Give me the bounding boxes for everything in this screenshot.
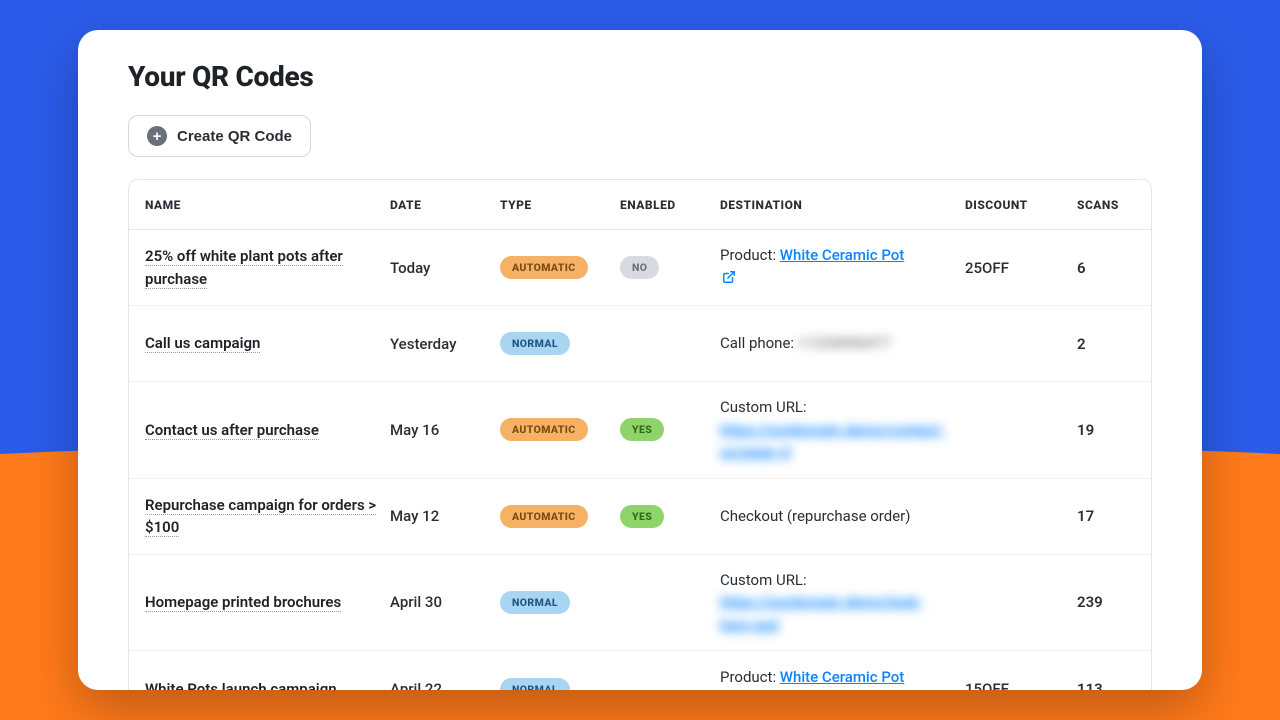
- type-cell: NORMAL: [500, 332, 620, 355]
- redacted-url: https://ourdomain.demo/look-here and: [720, 591, 965, 636]
- type-cell: NORMAL: [500, 678, 620, 691]
- destination-cell: Product: White Ceramic Pot: [720, 666, 965, 690]
- destination-prefix: Custom URL:: [720, 569, 965, 592]
- qr-code-name-link[interactable]: White Pots launch campaign: [145, 680, 337, 690]
- redacted-phone: +1234096477: [798, 332, 891, 355]
- col-date: DATE: [390, 198, 500, 212]
- name-cell: Contact us after purchase: [145, 419, 390, 442]
- destination-cell: Call phone: +1234096477: [720, 332, 965, 355]
- destination-cell: Product: White Ceramic Pot: [720, 244, 965, 291]
- name-cell: Call us campaign: [145, 332, 390, 355]
- product-link[interactable]: White Ceramic Pot: [780, 246, 905, 264]
- page-title: Your QR Codes: [128, 60, 1152, 93]
- type-badge: AUTOMATIC: [500, 256, 588, 279]
- date-cell: Today: [390, 259, 500, 277]
- qr-codes-card: Your QR Codes + Create QR Code NAME DATE…: [78, 30, 1202, 690]
- destination-cell: Checkout (repurchase order): [720, 505, 965, 528]
- scans-cell: 113: [1077, 680, 1137, 690]
- name-cell: Repurchase campaign for orders > $100: [145, 494, 390, 539]
- qr-code-name-link[interactable]: 25% off white plant pots after purchase: [145, 247, 343, 289]
- destination-prefix: Product:: [720, 246, 780, 264]
- date-cell: April 30: [390, 593, 500, 611]
- date-cell: May 12: [390, 507, 500, 525]
- name-cell: White Pots launch campaign: [145, 678, 390, 690]
- table-row: Call us campaign YesterdayNORMAL Call phon…: [129, 306, 1151, 382]
- discount-cell: 15OFF: [965, 680, 1077, 690]
- date-cell: Yesterday: [390, 335, 500, 353]
- enabled-cell: NO: [620, 256, 720, 279]
- scans-cell: 239: [1077, 593, 1137, 611]
- qr-codes-table: NAME DATE TYPE ENABLED DESTINATION DISCO…: [128, 179, 1152, 690]
- destination-prefix: Call phone:: [720, 334, 798, 352]
- table-body: 25% off white plant pots after purchase T…: [129, 230, 1151, 690]
- type-badge: AUTOMATIC: [500, 505, 588, 528]
- date-cell: April 22: [390, 680, 500, 690]
- table-row: Contact us after purchase May 16AUTOMATIC…: [129, 382, 1151, 479]
- scans-cell: 6: [1077, 259, 1137, 277]
- destination-cell: Custom URL:https://ourdomain.demo/contac…: [720, 396, 965, 464]
- col-discount: DISCOUNT: [965, 198, 1077, 212]
- scans-cell: 19: [1077, 421, 1137, 439]
- create-button-label: Create QR Code: [177, 128, 292, 145]
- table-row: Repurchase campaign for orders > $100 May…: [129, 479, 1151, 555]
- name-cell: 25% off white plant pots after purchase: [145, 245, 390, 290]
- name-cell: Homepage printed brochures: [145, 591, 390, 614]
- qr-code-name-link[interactable]: Repurchase campaign for orders > $100: [145, 496, 376, 538]
- enabled-badge: YES: [620, 505, 664, 528]
- type-cell: AUTOMATIC: [500, 418, 620, 441]
- col-destination: DESTINATION: [720, 198, 965, 212]
- type-badge: NORMAL: [500, 332, 570, 355]
- type-cell: NORMAL: [500, 591, 620, 614]
- table-row: White Pots launch campaign April 22NORMAL…: [129, 651, 1151, 690]
- table-header-row: NAME DATE TYPE ENABLED DESTINATION DISCO…: [129, 180, 1151, 230]
- enabled-cell: YES: [620, 505, 720, 528]
- table-row: 25% off white plant pots after purchase T…: [129, 230, 1151, 306]
- enabled-badge: YES: [620, 418, 664, 441]
- type-badge: AUTOMATIC: [500, 418, 588, 441]
- enabled-badge: NO: [620, 256, 659, 279]
- plus-circle-icon: +: [147, 126, 167, 146]
- destination-cell: Custom URL:https://ourdomain.demo/look-h…: [720, 569, 965, 637]
- date-cell: May 16: [390, 421, 500, 439]
- redacted-url: https://ourdomain.demo/contact-us/page c…: [720, 419, 965, 464]
- type-cell: AUTOMATIC: [500, 256, 620, 279]
- type-badge: NORMAL: [500, 678, 570, 691]
- qr-code-name-link[interactable]: Call us campaign: [145, 334, 260, 353]
- scans-cell: 17: [1077, 507, 1137, 525]
- col-type: TYPE: [500, 198, 620, 212]
- create-qr-code-button[interactable]: + Create QR Code: [128, 115, 311, 157]
- external-link-icon[interactable]: [722, 270, 736, 291]
- qr-code-name-link[interactable]: Contact us after purchase: [145, 421, 319, 440]
- product-link[interactable]: White Ceramic Pot: [780, 668, 905, 686]
- destination-prefix: Product:: [720, 668, 780, 686]
- discount-cell: 25OFF: [965, 259, 1077, 277]
- col-scans: SCANS: [1077, 198, 1137, 212]
- qr-code-name-link[interactable]: Homepage printed brochures: [145, 593, 341, 612]
- table-row: Homepage printed brochures April 30NORMAL…: [129, 555, 1151, 652]
- type-cell: AUTOMATIC: [500, 505, 620, 528]
- col-name: NAME: [145, 198, 390, 212]
- scans-cell: 2: [1077, 335, 1137, 353]
- destination-prefix: Custom URL:: [720, 396, 965, 419]
- type-badge: NORMAL: [500, 591, 570, 614]
- enabled-cell: YES: [620, 418, 720, 441]
- col-enabled: ENABLED: [620, 198, 720, 212]
- destination-text: Checkout (repurchase order): [720, 507, 910, 525]
